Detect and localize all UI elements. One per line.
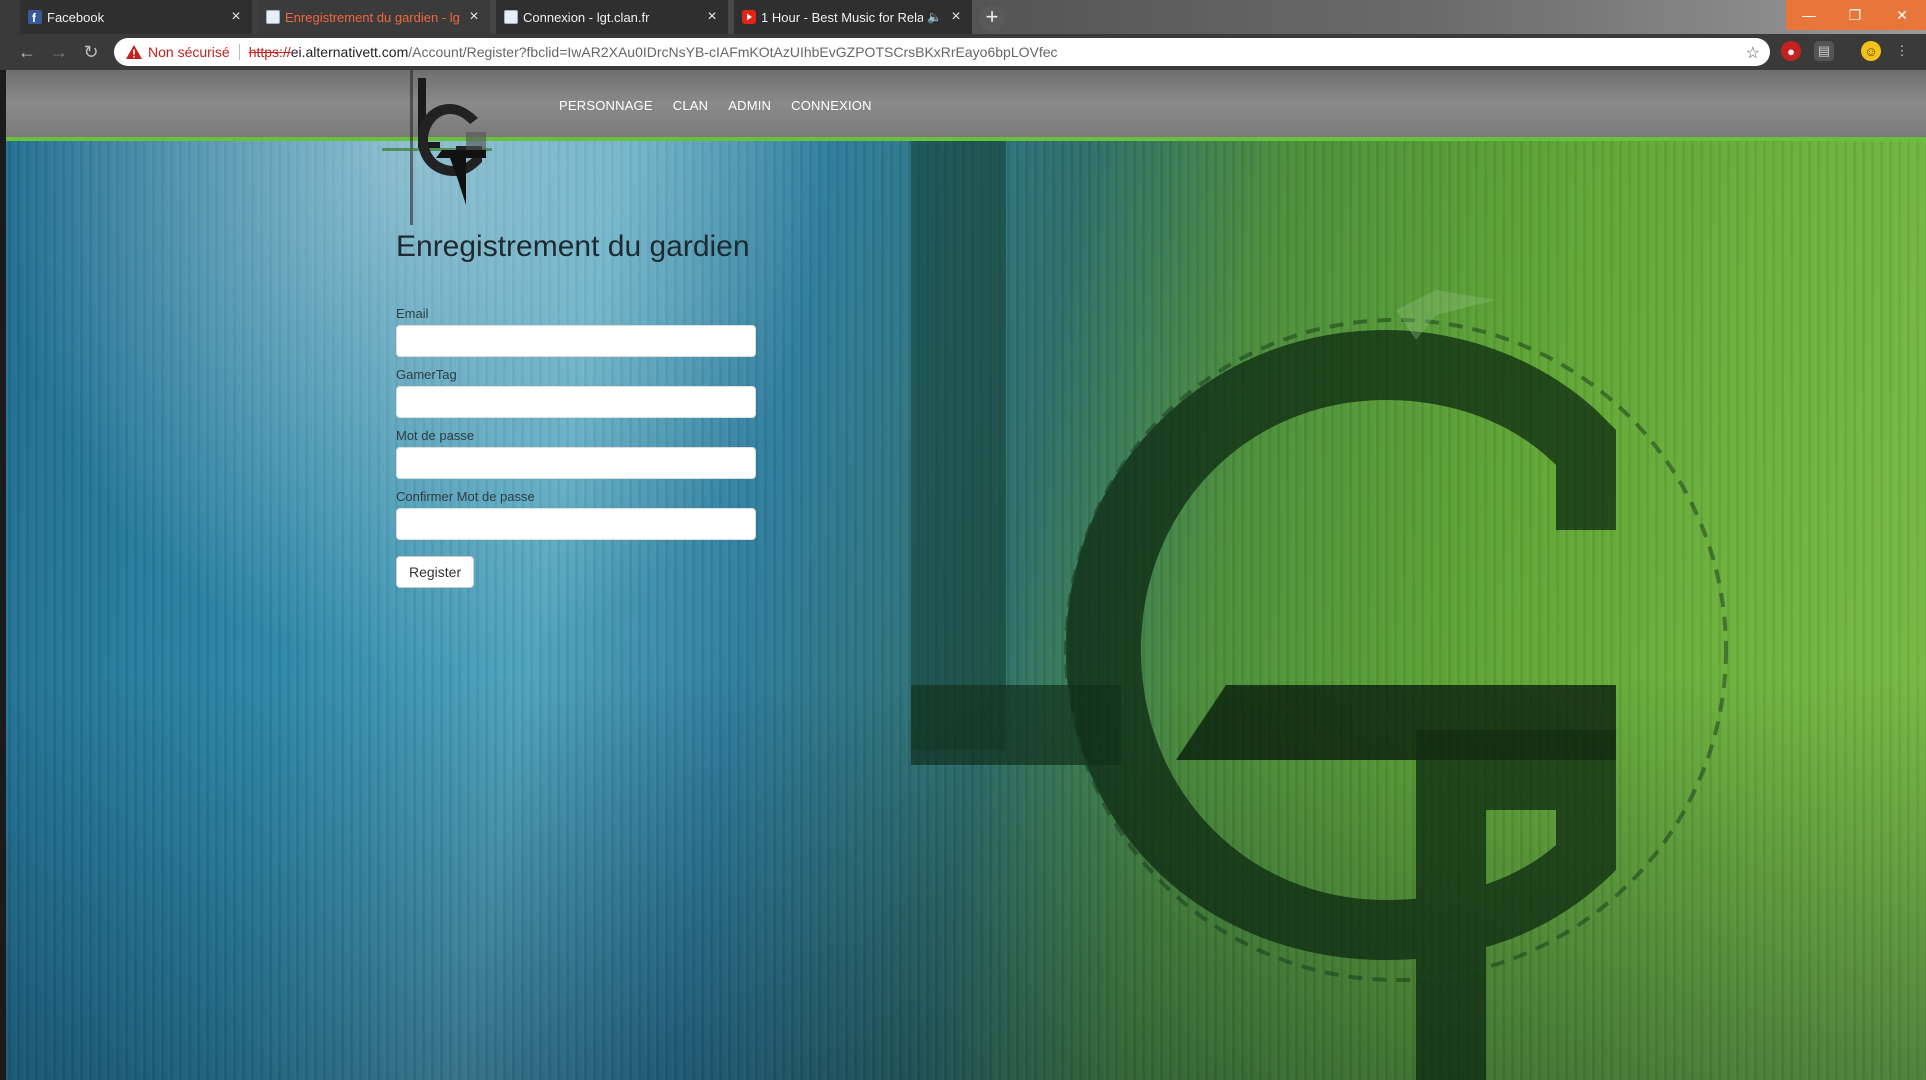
reload-icon[interactable]: ↻ xyxy=(80,41,102,63)
page-icon xyxy=(504,10,518,24)
security-label[interactable]: Non sécurisé xyxy=(148,44,230,60)
facebook-icon: f xyxy=(28,10,42,25)
nav-clan[interactable]: CLAN xyxy=(673,98,708,113)
nav-connexion[interactable]: CONNEXION xyxy=(791,98,872,113)
register-section: Enregistrement du gardien Email GamerTag… xyxy=(396,230,756,588)
site-nav: PERSONNAGE CLAN ADMIN CONNEXION xyxy=(559,98,892,113)
site-header xyxy=(6,70,1926,141)
url-host: ei.alternativett.com xyxy=(290,44,409,60)
forward-icon[interactable]: → xyxy=(48,41,70,63)
profile-emoji-icon[interactable]: ☺ xyxy=(1861,41,1881,61)
page-background: PERSONNAGE CLAN ADMIN CONNEXION Enregist… xyxy=(6,70,1926,1080)
restore-window-button[interactable]: ❐ xyxy=(1832,0,1878,30)
lgt-emblem-background xyxy=(911,130,1728,1080)
youtube-icon xyxy=(742,10,756,24)
nav-admin[interactable]: ADMIN xyxy=(728,98,771,113)
lgt-logo[interactable] xyxy=(382,70,522,230)
url-path: /Account/Register?fbclid=IwAR2XAu0IDrcNs… xyxy=(408,44,1058,60)
tab-title: Enregistrement du gardien - lgt. xyxy=(285,9,460,25)
page-icon xyxy=(266,10,280,24)
minimize-window-button[interactable]: — xyxy=(1786,0,1832,30)
confirm-password-label: Confirmer Mot de passe xyxy=(396,489,535,504)
tab-title: Facebook xyxy=(47,9,105,25)
close-tab-icon[interactable]: × xyxy=(948,8,964,26)
register-form: Email GamerTag Mot de passe Confirmer Mo… xyxy=(396,306,756,588)
close-tab-icon[interactable]: × xyxy=(466,8,482,26)
tab-facebook[interactable]: f Facebook × xyxy=(20,0,252,34)
close-tab-icon[interactable]: × xyxy=(228,8,244,26)
divider xyxy=(238,44,240,60)
audio-playing-icon[interactable]: 🔈 xyxy=(927,10,942,24)
tab-enregistrement[interactable]: Enregistrement du gardien - lgt. × xyxy=(258,0,490,34)
url-text[interactable]: https://ei.alternativett.com/Account/Reg… xyxy=(249,44,1058,60)
confirm-password-field[interactable] xyxy=(396,508,756,540)
url-scheme: https:// xyxy=(248,44,291,60)
email-label: Email xyxy=(396,306,429,321)
close-window-button[interactable]: ✕ xyxy=(1878,0,1926,30)
address-bar[interactable]: Non sécurisé https://ei.alternativett.co… xyxy=(114,38,1770,66)
svg-text:f: f xyxy=(32,11,37,24)
close-tab-icon[interactable]: × xyxy=(704,8,720,26)
gamertag-label: GamerTag xyxy=(396,367,457,382)
tab-title: Connexion - lgt.clan.fr xyxy=(523,9,650,25)
password-label: Mot de passe xyxy=(396,428,475,443)
new-tab-button[interactable]: + xyxy=(979,5,1005,31)
menu-kebab-icon[interactable]: ⋮ xyxy=(1892,41,1912,61)
email-field[interactable] xyxy=(396,325,756,357)
page-title: Enregistrement du gardien xyxy=(396,230,750,263)
bookmark-star-icon[interactable]: ☆ xyxy=(1746,43,1760,63)
register-button[interactable]: Register xyxy=(396,556,475,588)
password-field[interactable] xyxy=(396,447,756,479)
back-icon[interactable]: ← xyxy=(16,41,38,63)
tab-youtube[interactable]: 1 Hour - Best Music for Rela 🔈 × xyxy=(734,0,972,34)
gamertag-field[interactable] xyxy=(396,386,756,418)
extension-icon-gray[interactable]: ▤ xyxy=(1814,41,1834,61)
browser-tab-strip: f Facebook × Enregistrement du gardien -… xyxy=(0,0,1926,34)
tab-connexion[interactable]: Connexion - lgt.clan.fr × xyxy=(496,0,728,34)
tab-title: 1 Hour - Best Music for Rela xyxy=(761,9,924,25)
extension-icon-red[interactable]: ● xyxy=(1781,41,1801,61)
warning-icon xyxy=(126,45,142,59)
nav-personnage[interactable]: PERSONNAGE xyxy=(559,98,653,113)
